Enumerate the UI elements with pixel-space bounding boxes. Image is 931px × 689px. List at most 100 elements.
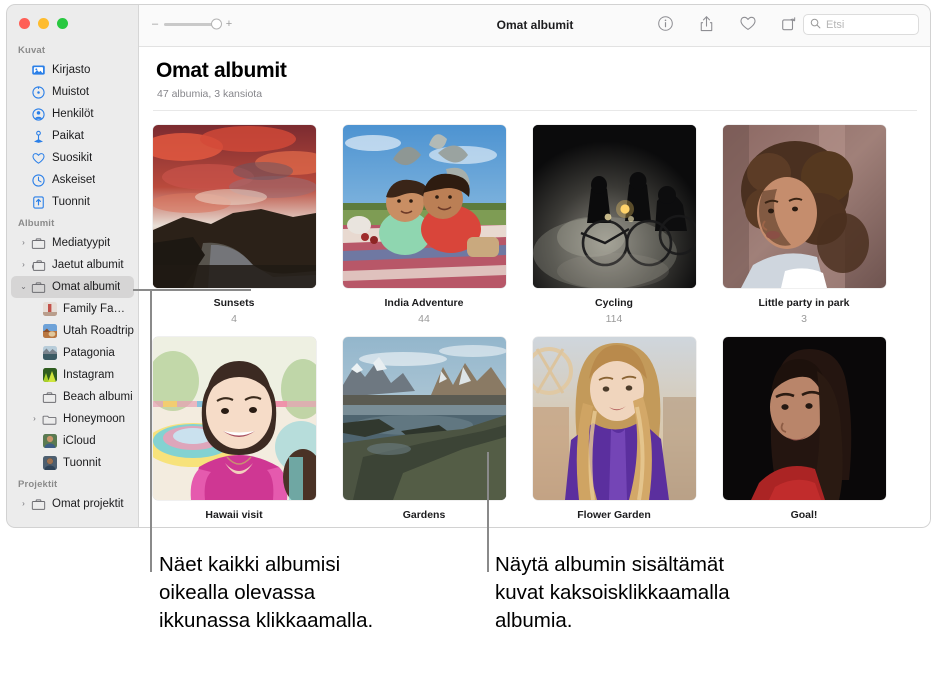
chevron-right-icon: › — [29, 349, 40, 357]
sidebar-item--skeiset[interactable]: › Äskeiset — [11, 169, 134, 191]
sidebar-item-suosikit[interactable]: › Suosikit — [11, 147, 134, 169]
album-cell[interactable]: Gardens 24 — [329, 337, 519, 528]
sidebar-item-instagram[interactable]: › Instagram — [11, 364, 134, 386]
sidebar-item-jaetut-albumit[interactable]: › Jaetut albumit — [11, 254, 134, 276]
sidebar-item-tuonnit[interactable]: › Tuonnit — [11, 191, 134, 213]
album-thumbnail-night-cyclists[interactable] — [532, 125, 696, 288]
sidebar-item-label: Mediatyypit — [52, 237, 111, 249]
sidebar-item-muistot[interactable]: › Muistot — [11, 81, 134, 103]
folder-icon — [30, 236, 47, 251]
album-thumb-imports — [41, 456, 58, 471]
sidebar-item-omat-albumit[interactable]: ⌄ Omat albumit — [11, 276, 134, 298]
album-photo-count: 8 — [611, 525, 617, 528]
album-thumb-instagram — [41, 368, 58, 383]
sidebar-item-label: Omat albumit — [52, 281, 121, 293]
info-icon[interactable] — [656, 14, 675, 33]
chevron-right-icon: › — [18, 88, 29, 96]
sidebar-item-label: Muistot — [52, 86, 90, 98]
chevron-right-icon: › — [29, 393, 40, 401]
heart-icon[interactable] — [738, 14, 757, 33]
album-name: Gardens — [402, 509, 446, 521]
album-name: Flower Garden — [577, 509, 651, 521]
share-icon[interactable] — [697, 14, 716, 33]
people-icon — [30, 107, 47, 122]
chevron-right-icon: › — [18, 154, 29, 162]
chevron-down-icon[interactable]: ⌄ — [18, 283, 29, 291]
search-field[interactable]: Etsi — [803, 14, 919, 35]
search-input-placeholder[interactable]: Etsi — [826, 19, 844, 31]
album-thumbnail-woman-purple-blouse[interactable] — [532, 337, 696, 500]
album-name: Little party in park — [758, 297, 850, 309]
sidebar-item-beach-albumi[interactable]: › Beach albumi — [11, 386, 134, 408]
album-cell[interactable]: Goal! 12 — [709, 337, 899, 528]
page-subtitle: 47 albumia, 3 kansiota — [157, 88, 263, 100]
heart-icon — [30, 151, 47, 166]
chevron-right-icon[interactable]: › — [18, 500, 29, 508]
library-icon — [30, 63, 47, 78]
photos-app-window: Kuvat › Kirjasto › Muistot › Henkilöt › Paikat › S… — [6, 4, 931, 528]
album-grid[interactable]: Sunsets 4 India Adventure 44 Cycling 114… — [139, 111, 931, 528]
album-thumb-utah — [41, 324, 58, 339]
content-area: Omat albumit 47 albumia, 3 kansiota Suns… — [139, 47, 931, 528]
callout-right-line-vertical — [487, 452, 489, 572]
sidebar-item-mediatyypit[interactable]: › Mediatyypit — [11, 232, 134, 254]
sidebar-item-icloud[interactable]: › iCloud — [11, 430, 134, 452]
rotate-icon[interactable] — [779, 14, 798, 33]
album-name: India Adventure — [384, 297, 464, 309]
sidebar-item-henkil-t[interactable]: › Henkilöt — [11, 103, 134, 125]
sidebar-list[interactable]: Kuvat › Kirjasto › Muistot › Henkilöt › Paikat › S… — [6, 40, 139, 528]
zoom-button[interactable] — [57, 18, 68, 29]
album-photo-count: 24 — [418, 525, 430, 528]
album-cell[interactable]: Sunsets 4 — [139, 125, 329, 325]
minimize-button[interactable] — [38, 18, 49, 29]
sidebar-item-label: Family Family… — [63, 303, 134, 315]
album-thumbnail-girl-pink-top[interactable] — [152, 337, 316, 500]
sidebar-section-title: Kuvat — [18, 45, 46, 56]
search-icon — [810, 16, 821, 34]
sidebar-item-utah-roadtrip[interactable]: › Utah Roadtrip — [11, 320, 134, 342]
sidebar-item-family-family[interactable]: › Family Family… — [11, 298, 134, 320]
album-name: Goal! — [790, 509, 818, 521]
sidebar-item-label: Äskeiset — [52, 174, 96, 186]
album-thumbnail-curly-hair-woman[interactable] — [722, 125, 886, 288]
memories-icon — [30, 85, 47, 100]
chevron-right-icon: › — [29, 437, 40, 445]
recents-icon — [30, 173, 47, 188]
album-cell[interactable]: Flower Garden 8 — [519, 337, 709, 528]
album-cell[interactable]: Hawaii visit 2 — [139, 337, 329, 528]
sidebar-item-patagonia[interactable]: › Patagonia — [11, 342, 134, 364]
shared-folder-icon — [30, 258, 47, 273]
sidebar-item-omat-projektit[interactable]: › Omat projektit — [11, 493, 134, 515]
chevron-right-icon[interactable]: › — [18, 261, 29, 269]
album-photo-count: 12 — [798, 525, 810, 528]
sidebar-section-title: Projektit — [18, 479, 58, 490]
album-photo-count: 2 — [231, 525, 237, 528]
chevron-right-icon: › — [29, 305, 40, 313]
callout-left-line-vertical — [150, 289, 152, 572]
toolbar-actions — [656, 14, 798, 33]
album-cell[interactable]: India Adventure 44 — [329, 125, 519, 325]
close-button[interactable] — [19, 18, 30, 29]
sidebar-item-label: Utah Roadtrip — [63, 325, 134, 337]
album-thumbnail-woman-dark-portrait[interactable] — [722, 337, 886, 500]
album-thumbnail-patagonia-lake[interactable] — [342, 337, 506, 500]
chevron-right-icon[interactable]: › — [18, 239, 29, 247]
album-thumbnail-sunset-landscape[interactable] — [152, 125, 316, 288]
album-cell[interactable]: Cycling 114 — [519, 125, 709, 325]
sidebar-item-tuonnit[interactable]: › Tuonnit — [11, 452, 134, 474]
album-photo-count: 114 — [605, 313, 623, 325]
callout-right-text: Näytä albumin sisältämät kuvat kaksoiskl… — [495, 553, 730, 632]
album-thumbnail-two-kids-picnic[interactable] — [342, 125, 506, 288]
window-traffic-lights[interactable] — [19, 18, 68, 29]
album-cell[interactable]: Little party in park 3 — [709, 125, 899, 325]
sidebar-item-label: Henkilöt — [52, 108, 94, 120]
sidebar-item-paikat[interactable]: › Paikat — [11, 125, 134, 147]
sidebar-item-label: Jaetut albumit — [52, 259, 124, 271]
sidebar-item-honeymoon[interactable]: › Honeymoon — [11, 408, 134, 430]
sidebar-item-kirjasto[interactable]: › Kirjasto — [11, 59, 134, 81]
chevron-right-icon: › — [18, 176, 29, 184]
chevron-right-icon: › — [18, 66, 29, 74]
sidebar-item-label: Beach albumi — [63, 391, 133, 403]
chevron-right-icon[interactable]: › — [29, 415, 40, 423]
chevron-right-icon: › — [18, 110, 29, 118]
